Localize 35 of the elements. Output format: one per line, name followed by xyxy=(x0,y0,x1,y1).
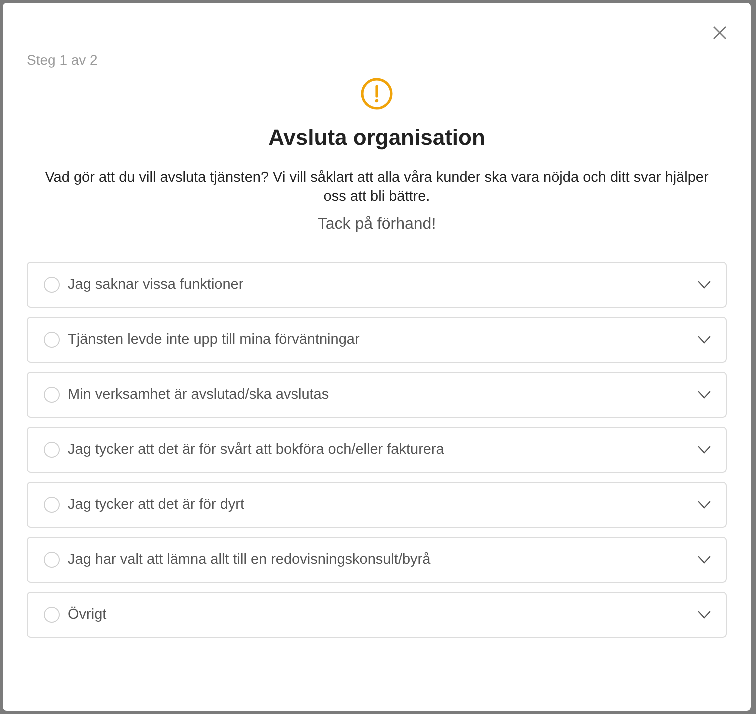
option-label: Jag saknar vissa funktioner xyxy=(68,277,245,293)
reason-option[interactable]: Min verksamhet är avslutad/ska avslutas xyxy=(27,372,727,418)
warning-icon xyxy=(361,78,393,110)
option-label: Tjänsten levde inte upp till mina förväntningar xyxy=(68,332,361,348)
radio-button[interactable] xyxy=(44,387,60,403)
option-label: Jag har valt att lämna allt till en redovisningskonsult/byrå xyxy=(68,552,432,568)
step-indicator: Steg 1 av 2 xyxy=(27,51,98,70)
close-button[interactable] xyxy=(713,26,727,40)
option-label: Min verksamhet är avslutad/ska avslutas xyxy=(68,387,330,403)
chevron-icon[interactable] xyxy=(698,391,711,399)
reason-option[interactable]: Tjänsten levde inte upp till mina förväntningar xyxy=(27,317,727,363)
chevron-icon[interactable] xyxy=(698,446,711,454)
radio-button[interactable] xyxy=(44,332,60,348)
reason-option[interactable]: Övrigt xyxy=(27,592,727,638)
reason-option[interactable]: Jag tycker att det är för svårt att bokföra och/eller fakturera xyxy=(27,427,727,473)
reason-option[interactable]: Jag saknar vissa funktioner xyxy=(27,262,727,308)
radio-button[interactable] xyxy=(44,607,60,623)
option-label: Övrigt xyxy=(68,607,108,623)
chevron-icon[interactable] xyxy=(698,501,711,509)
chevron-icon[interactable] xyxy=(698,281,711,289)
option-label: Jag tycker att det är för dyrt xyxy=(68,497,246,513)
chevron-icon[interactable] xyxy=(698,556,711,564)
reason-option[interactable]: Jag tycker att det är för dyrt xyxy=(27,482,727,528)
chevron-icon[interactable] xyxy=(698,336,711,344)
close-icon xyxy=(713,26,727,40)
radio-button[interactable] xyxy=(44,552,60,568)
option-label: Jag tycker att det är för svårt att bokföra och/eller fakturera xyxy=(68,442,446,458)
radio-button[interactable] xyxy=(44,442,60,458)
reason-option[interactable]: Jag har valt att lämna allt till en redovisningskonsult/byrå xyxy=(27,537,727,583)
dialog-title: Avsluta organisation xyxy=(268,124,486,152)
radio-button[interactable] xyxy=(44,277,60,293)
radio-button[interactable] xyxy=(44,497,60,513)
chevron-icon[interactable] xyxy=(698,611,711,619)
thanks-note: Tack på förhand! xyxy=(318,215,436,235)
dialog-description: Vad gör att du vill avsluta tjänsten? Vi vill såklart att alla våra kunder ska vara nöjda och ditt svar hjälper oss att bli bättre. xyxy=(44,169,710,206)
